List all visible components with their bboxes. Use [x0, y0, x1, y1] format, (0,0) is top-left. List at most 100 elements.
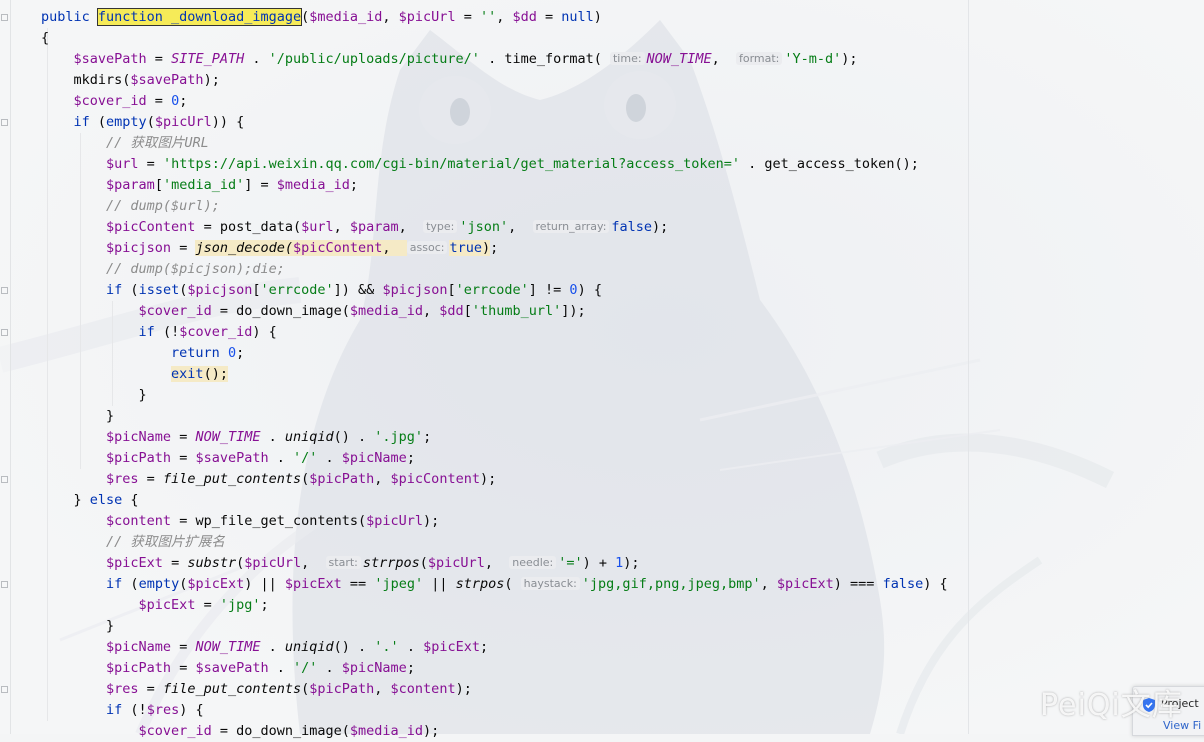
code-token: true [449, 240, 482, 256]
parameter-hint: assoc: [406, 241, 448, 254]
code-token: } [41, 618, 115, 634]
variable-token: $savePath [130, 72, 204, 88]
code-token: ; [349, 177, 359, 193]
code-line[interactable]: if (empty($picExt) || $picExt == 'jpeg' … [41, 574, 948, 595]
code-line[interactable]: $cover_id = do_down_image($media_id); [41, 721, 948, 742]
code-token: == [341, 576, 375, 592]
code-token: = [146, 51, 172, 67]
code-line[interactable]: } [41, 616, 948, 637]
keyword-token: false [882, 576, 924, 592]
code-token: ); [423, 513, 440, 529]
code-line[interactable]: $picjson = json_decode($picContent, asso… [41, 238, 948, 259]
code-token: = [171, 450, 196, 466]
fold-marker[interactable] [1, 581, 8, 588]
code-token: ]) && [333, 282, 383, 298]
code-editor[interactable]: public function _download_imgage ($media_… [0, 0, 1204, 739]
code-token: ) { [252, 324, 277, 340]
code-line[interactable]: $cover_id = 0; [41, 91, 948, 112]
code-line[interactable]: $picName = NOW_TIME . uniqid() . '.jpg'; [41, 427, 948, 448]
fold-marker[interactable] [1, 119, 8, 126]
code-token: ); [203, 72, 220, 88]
variable-token: $picUrl [366, 513, 424, 529]
code-line[interactable]: if (!$cover_id) { [41, 322, 948, 343]
code-line[interactable]: { [41, 28, 948, 49]
variable-token: $picName [106, 639, 172, 655]
code-token: strpos [455, 576, 505, 592]
string-literal: 'https://api.weixin.qq.com/cgi-bin/mater… [162, 156, 741, 172]
code-line[interactable]: // 获取图片扩展名 [41, 532, 948, 553]
code-token: = post_data( [195, 219, 302, 235]
code-line[interactable]: $content = wp_file_get_contents($picUrl)… [41, 511, 948, 532]
code-line[interactable]: } [41, 385, 948, 406]
code-token: ) [593, 9, 602, 25]
code-line[interactable]: } else { [41, 490, 948, 511]
code-token: . [260, 639, 285, 655]
code-token: ); [841, 51, 858, 67]
fold-marker[interactable] [1, 686, 8, 693]
variable-token: $media_id [349, 303, 424, 319]
string-literal: '.' [374, 639, 399, 655]
code-line[interactable]: public function _download_imgage($media_… [41, 7, 948, 28]
code-token: ) || [244, 576, 285, 592]
fold-marker[interactable] [1, 476, 8, 483]
variable-token: $res [146, 702, 180, 718]
code-token: file_put_contents [162, 471, 302, 487]
variable-token: $picContent [106, 219, 196, 235]
string-literal: 'errcode' [260, 282, 334, 298]
variable-token: $picContent [390, 471, 480, 487]
code-line[interactable]: // dump($url); [41, 196, 948, 217]
code-token: = [536, 9, 562, 25]
code-line[interactable]: $picExt = substr($picUrl, start: strrpos(… [41, 553, 948, 574]
number-literal: 0 [569, 282, 578, 298]
code-line[interactable]: $cover_id = do_down_image($media_id, $dd… [41, 301, 948, 322]
code-line[interactable]: $picName = NOW_TIME . uniqid() . '.' . $… [41, 637, 948, 658]
code-token: exit [171, 366, 204, 382]
code-line[interactable]: $picPath = $savePath . '/' . $picName; [41, 658, 948, 679]
string-literal: 'jpg,gif,png,jpeg,bmp' [581, 576, 761, 592]
code-text[interactable]: public function _download_imgage ($media_… [41, 7, 948, 742]
code-line[interactable]: $picExt = 'jpg'; [41, 595, 948, 616]
fold-marker[interactable] [1, 329, 8, 336]
code-token: uniqid [284, 429, 334, 445]
code-line[interactable]: $res = file_put_contents($picPath, $cont… [41, 679, 948, 700]
code-line[interactable]: mkdirs($savePath); [41, 70, 948, 91]
code-token: ) === [833, 576, 883, 592]
code-line[interactable]: $res = file_put_contents($picPath, $picC… [41, 469, 948, 490]
keyword-token: else [89, 492, 123, 508]
string-literal: '' [479, 9, 497, 25]
code-token: = [171, 660, 196, 676]
code-line[interactable]: if (empty($picUrl)) { [41, 112, 948, 133]
code-line[interactable]: } [41, 406, 948, 427]
code-line[interactable]: $savePath = SITE_PATH . '/public/uploads… [41, 49, 948, 70]
code-line[interactable]: return 0; [41, 343, 948, 364]
code-comment: // dump($picjson);die; [106, 261, 285, 277]
code-line[interactable]: if (isset($picjson['errcode']) && $picjs… [41, 280, 948, 301]
code-line[interactable]: $picPath = $savePath . '/' . $picName; [41, 448, 948, 469]
fold-marker[interactable] [1, 14, 8, 21]
code-line[interactable]: exit(); [41, 364, 948, 385]
code-line[interactable]: $param['media_id'] = $media_id; [41, 175, 948, 196]
code-line[interactable]: $url = 'https://api.weixin.qq.com/cgi-bi… [41, 154, 948, 175]
fold-marker[interactable] [1, 287, 8, 294]
code-line[interactable]: if (!$res) { [41, 700, 948, 721]
code-line[interactable]: // dump($picjson);die; [41, 259, 948, 280]
code-token: . time_format( [479, 51, 610, 67]
code-token: ; [479, 639, 489, 655]
code-line[interactable]: // 获取图片URL [41, 133, 948, 154]
search-match-highlight: function _download_imgage [96, 8, 303, 26]
code-token: ); [623, 555, 640, 571]
code-line[interactable]: $picContent = post_data($url, $param, ty… [41, 217, 948, 238]
code-token: ( [419, 555, 428, 571]
variable-token: $cover_id [179, 324, 253, 340]
editor-gutter[interactable] [0, 0, 11, 734]
